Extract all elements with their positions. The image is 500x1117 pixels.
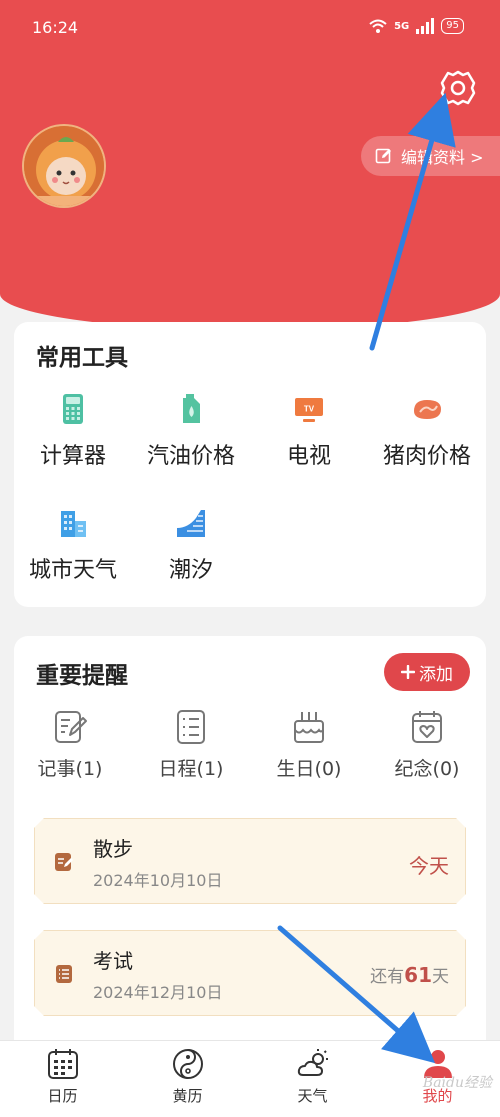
status-bar: 16:24 5G 95 bbox=[0, 0, 500, 58]
add-reminder-button[interactable]: 添加 bbox=[384, 653, 470, 691]
category-schedule[interactable]: 日程(1) bbox=[141, 708, 241, 781]
tools-title: 常用工具 bbox=[36, 345, 128, 371]
countdown-suffix: 天 bbox=[432, 967, 449, 987]
fuel-icon bbox=[183, 394, 200, 423]
watermark: Baidu经验 bbox=[422, 1075, 492, 1091]
countdown-prefix: 还有 bbox=[370, 967, 405, 987]
tab-label: 日历 bbox=[47, 1087, 78, 1105]
category-notes[interactable]: 记事(1) bbox=[20, 708, 120, 781]
tool-tv[interactable]: TV 电视 bbox=[250, 392, 368, 470]
category-birthday[interactable]: 生日(0) bbox=[259, 708, 359, 781]
reminders-title: 重要提醒 bbox=[36, 663, 128, 689]
calendar-icon bbox=[47, 1049, 78, 1079]
tool-calculator[interactable]: 计算器 bbox=[14, 392, 132, 470]
reminder-title: 考试 bbox=[93, 949, 133, 973]
tool-fuel-price[interactable]: 汽油价格 bbox=[132, 392, 250, 470]
tool-pork-price[interactable]: 猪肉价格 bbox=[368, 392, 486, 470]
category-label: 生日(0) bbox=[276, 758, 342, 780]
add-reminder-label: 添加 bbox=[419, 664, 453, 685]
network-label: 5G bbox=[394, 20, 410, 32]
reminder-countdown: 还有61天 bbox=[370, 962, 449, 987]
tool-tide[interactable]: 潮汐 bbox=[132, 506, 250, 584]
wifi-icon bbox=[369, 19, 387, 33]
tool-label: 电视 bbox=[286, 444, 331, 469]
plus-icon bbox=[401, 665, 415, 679]
tab-almanac[interactable]: 黄历 bbox=[125, 1047, 250, 1106]
birthday-cake-icon bbox=[294, 712, 324, 743]
avatar[interactable] bbox=[22, 124, 106, 208]
tab-label: 天气 bbox=[297, 1087, 328, 1105]
tool-label: 计算器 bbox=[39, 444, 106, 469]
tab-label: 黄历 bbox=[172, 1087, 203, 1105]
tool-label: 汽油价格 bbox=[146, 444, 235, 469]
countdown-days: 61 bbox=[404, 963, 432, 987]
battery-indicator: 95 bbox=[441, 18, 464, 34]
tools-card: 常用工具 计算器 汽油价格 TV 电视 猪肉价格 城市天气 潮汐 bbox=[14, 322, 486, 607]
status-time: 16:24 bbox=[32, 18, 79, 37]
note-icon bbox=[55, 711, 87, 743]
avatar-image bbox=[24, 126, 104, 206]
tab-weather[interactable]: 天气 bbox=[250, 1047, 375, 1106]
reminder-status: 今天 bbox=[409, 854, 449, 878]
svg-text:TV: TV bbox=[304, 405, 315, 414]
reminder-item[interactable]: 散步 2024年10月10日 今天 bbox=[34, 818, 466, 904]
settings-button[interactable] bbox=[438, 68, 478, 108]
meat-icon bbox=[414, 400, 441, 419]
yin-yang-icon bbox=[172, 1049, 203, 1079]
schedule-icon bbox=[53, 963, 75, 985]
reminder-item[interactable]: 考试 2024年12月10日 还有61天 bbox=[34, 930, 466, 1016]
tool-city-weather[interactable]: 城市天气 bbox=[14, 506, 132, 584]
edit-icon bbox=[375, 148, 391, 164]
edit-profile-button[interactable]: 编辑资料 > bbox=[361, 136, 500, 176]
tide-icon bbox=[177, 510, 205, 537]
note-icon bbox=[53, 851, 75, 873]
tool-label: 城市天气 bbox=[28, 558, 117, 583]
category-anniversary[interactable]: 纪念(0) bbox=[377, 708, 477, 781]
weather-icon bbox=[297, 1049, 328, 1076]
tab-calendar[interactable]: 日历 bbox=[0, 1047, 125, 1106]
gear-icon bbox=[440, 70, 476, 106]
signal-icon bbox=[416, 18, 435, 34]
reminder-date: 2024年12月10日 bbox=[93, 983, 223, 1002]
edit-profile-label: 编辑资料 > bbox=[401, 148, 484, 167]
category-label: 记事(1) bbox=[37, 758, 103, 780]
schedule-icon bbox=[177, 710, 205, 744]
reminders-card: 重要提醒 添加 记事(1) 日程(1) 生日(0) 纪念(0) 散步 2024年… bbox=[14, 636, 486, 1046]
status-icons: 5G 95 bbox=[368, 18, 464, 34]
calculator-icon bbox=[63, 394, 83, 424]
category-label: 日程(1) bbox=[158, 758, 224, 780]
anniversary-icon bbox=[412, 711, 442, 743]
city-weather-icon bbox=[61, 511, 86, 537]
reminder-title: 散步 bbox=[93, 837, 133, 861]
tool-label: 猪肉价格 bbox=[382, 444, 471, 469]
category-label: 纪念(0) bbox=[394, 758, 460, 780]
tool-label: 潮汐 bbox=[168, 558, 213, 583]
reminder-date: 2024年10月10日 bbox=[93, 871, 223, 890]
tv-icon: TV bbox=[295, 398, 323, 422]
